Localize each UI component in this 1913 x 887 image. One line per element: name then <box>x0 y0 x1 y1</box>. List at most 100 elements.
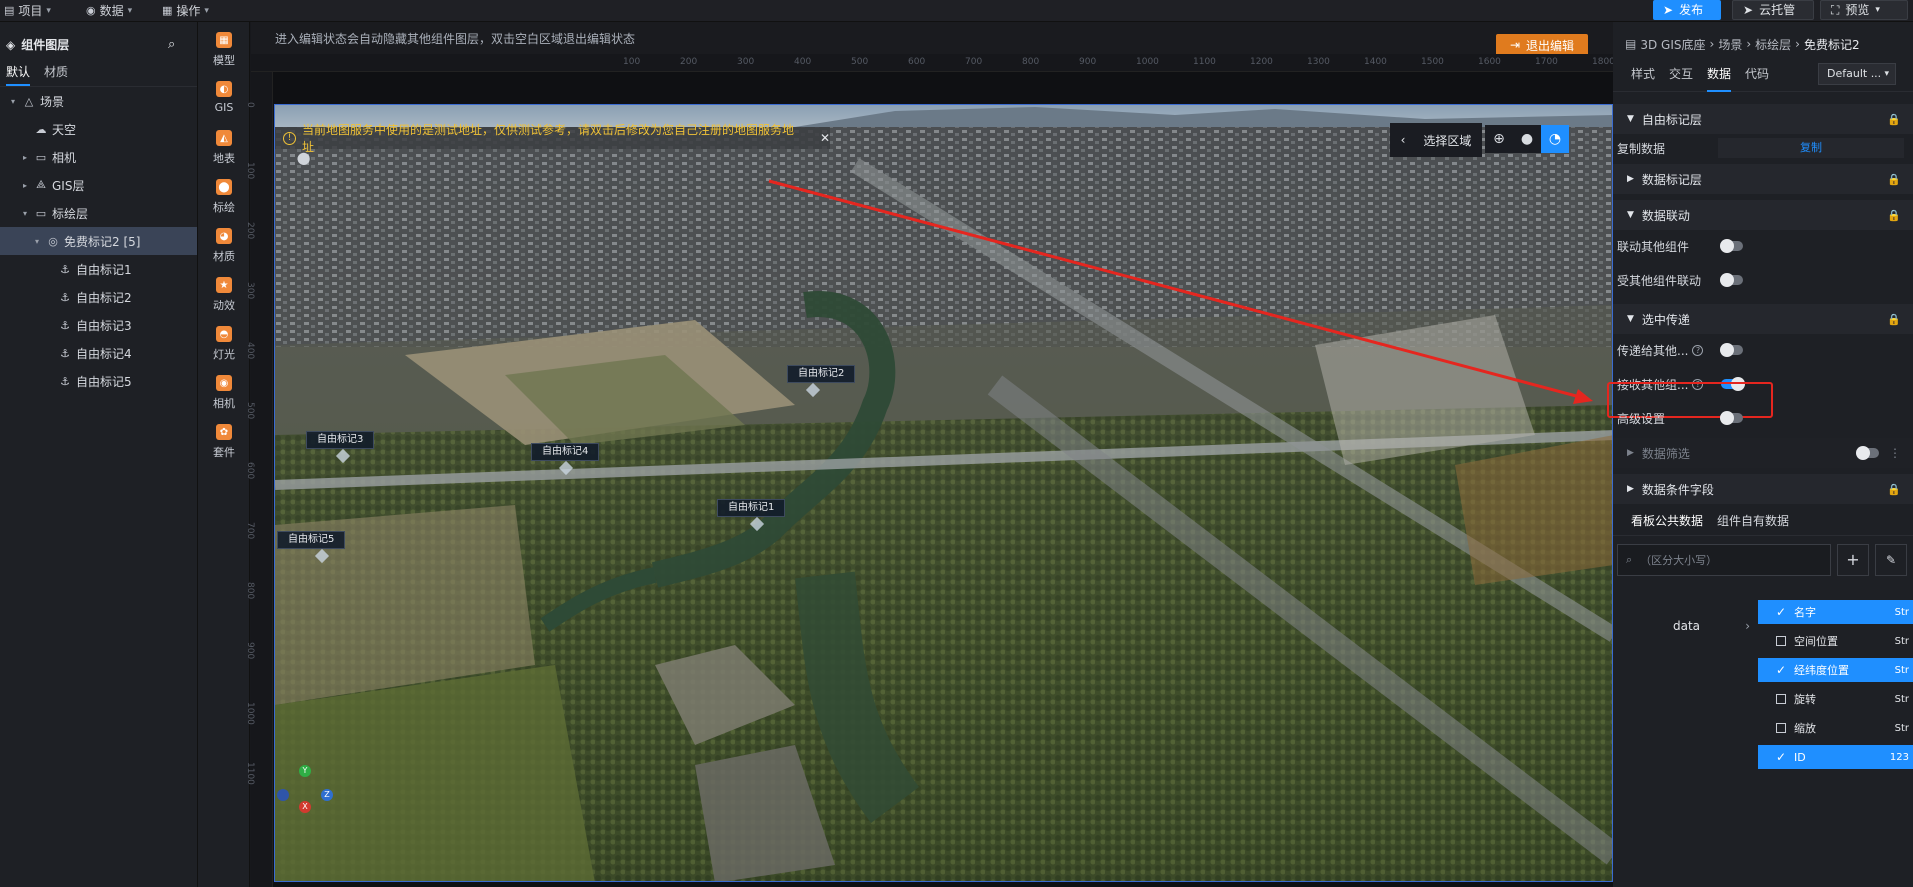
tree-item[interactable]: ⚓ 自由标记1 <box>0 255 197 283</box>
tool-light[interactable]: ◓ 灯光 <box>198 326 250 382</box>
tab-interaction[interactable]: 交互 <box>1669 56 1693 92</box>
tool-label: 标绘 <box>213 201 235 214</box>
cloud-host-button[interactable]: ➤ 云托管 <box>1732 0 1814 20</box>
tree-item[interactable]: ⚓ 自由标记4 <box>0 339 197 367</box>
tool-terrain[interactable]: ◭ 地表 <box>198 130 250 186</box>
field-row[interactable]: ✓ ID 123 <box>1758 745 1913 769</box>
caret-icon[interactable]: ▾ <box>32 237 42 246</box>
field-type: 123 <box>1889 751 1909 763</box>
select-area-control[interactable]: ‹ 选择区域 <box>1390 123 1482 157</box>
x-axis-handle[interactable]: X <box>299 801 311 813</box>
layer-tabs: 默认 材质 <box>0 57 197 87</box>
check-icon[interactable]: ✓ <box>1776 750 1786 764</box>
caret-icon[interactable]: ▾ <box>8 97 18 106</box>
tool-star[interactable]: ★ 动效 <box>198 277 250 333</box>
search-icon[interactable]: ⌕ <box>168 37 175 52</box>
copy-data-row: 复制数据 复制 <box>1613 134 1913 162</box>
map-marker-3[interactable]: 自由标记3 <box>306 431 375 449</box>
close-icon[interactable]: ✕ <box>820 131 830 145</box>
exit-edit-button[interactable]: ⇥ 退出编辑 <box>1496 34 1588 56</box>
section-data-condition[interactable]: ▶ 数据条件字段 🔒 <box>1613 474 1913 504</box>
tree-item[interactable]: ▸ ▭ 相机 <box>0 143 197 171</box>
section-data-link[interactable]: ▼ 数据联动 🔒 <box>1613 200 1913 230</box>
lock-icon[interactable]: 🔒 <box>1887 173 1901 186</box>
tree-item[interactable]: ▾ ▭ 标绘层 <box>0 199 197 227</box>
link-other-toggle[interactable] <box>1720 239 1743 253</box>
section-free-marker-layer[interactable]: ▼ 自由标记层 🔒 <box>1613 104 1913 134</box>
check-icon[interactable]: ✓ <box>1776 663 1786 677</box>
publish-button[interactable]: ➤ 发布 <box>1653 0 1721 20</box>
tool-material[interactable]: ◕ 材质 <box>198 228 250 284</box>
tree-item[interactable]: ▸ ⟁ GIS层 <box>0 171 197 199</box>
map-marker-5[interactable]: 自由标记5 <box>277 531 346 549</box>
lock-icon[interactable]: 🔒 <box>1887 483 1901 496</box>
data-search-input[interactable]: ⌕ （区分大小写） <box>1617 544 1831 576</box>
tool-gis[interactable]: ◐ GIS <box>198 81 250 137</box>
map-viewport[interactable]: ! 当前地图服务中使用的是测试地址，仅供测试参考，请双击后修改为您自己注册的地图… <box>274 104 1613 882</box>
tree-item[interactable]: ⚓ 自由标记3 <box>0 311 197 339</box>
section-data-marker-layer[interactable]: ▶ 数据标记层 🔒 <box>1613 164 1913 194</box>
more-icon[interactable]: ⋮ <box>1889 446 1901 460</box>
preview-button[interactable]: ⛶ 预览 ▾ <box>1820 0 1908 20</box>
globe-icon[interactable]: ⊕ <box>1485 125 1513 153</box>
field-row[interactable]: 空间位置 Str <box>1758 629 1913 653</box>
tool-kit[interactable]: ✿ 套件 <box>198 424 250 480</box>
menu-operate[interactable]: ▦ 操作 ▾ <box>162 0 209 22</box>
tab-data[interactable]: 数据 <box>1707 56 1732 92</box>
checkbox[interactable] <box>1776 723 1786 733</box>
tab-own-data[interactable]: 组件自有数据 <box>1717 512 1789 529</box>
map-marker-1[interactable]: 自由标记1 <box>717 499 786 517</box>
layer-tree: ▾ △ 场景 ☁ 天空 ▸ ▭ 相机 ▸ ⟁ GIS层 ▾ ▭ 标绘层 ▾ ◎ 免费标记2 [5] ⚓ 自由标记1 ⚓… <box>0 87 197 395</box>
section-select-pass[interactable]: ▼ 选中传递 🔒 <box>1613 304 1913 334</box>
tool-model[interactable]: ▦ 模型 <box>198 32 250 88</box>
pass-to-other-toggle[interactable] <box>1720 343 1743 357</box>
field-row[interactable]: 缩放 Str <box>1758 716 1913 740</box>
check-icon[interactable]: ✓ <box>1776 605 1786 619</box>
tab-material[interactable]: 材质 <box>44 63 68 86</box>
data-node-row[interactable]: data › <box>1613 614 1758 638</box>
z-axis-handle[interactable]: Z <box>321 789 333 801</box>
add-field-button[interactable]: + <box>1837 544 1869 576</box>
checkbox[interactable] <box>1776 694 1786 704</box>
caret-icon[interactable]: ▸ <box>20 181 30 190</box>
tool-pin[interactable]: ⬤ 标绘 <box>198 179 250 235</box>
field-row[interactable]: ✓ 名字 Str <box>1758 600 1913 624</box>
tab-default[interactable]: 默认 <box>6 63 31 86</box>
ruler-tick: 300 <box>737 57 755 67</box>
tree-item[interactable]: ⚓ 自由标记2 <box>0 283 197 311</box>
menu-project[interactable]: ▤ 项目 ▾ <box>4 0 51 22</box>
map-marker-4[interactable]: 自由标记4 <box>531 443 600 461</box>
tab-code[interactable]: 代码 <box>1745 56 1769 92</box>
field-row[interactable]: ✓ 经纬度位置 Str <box>1758 658 1913 682</box>
tool-camera[interactable]: ◉ 相机 <box>198 375 250 431</box>
terrain-icon: ◭ <box>216 130 232 146</box>
tree-item[interactable]: ▾ △ 场景 <box>0 87 197 115</box>
field-row[interactable]: 旋转 Str <box>1758 687 1913 711</box>
tab-board-public-data[interactable]: 看板公共数据 <box>1631 512 1703 529</box>
lock-icon[interactable]: 🔒 <box>1887 113 1901 126</box>
be-linked-toggle[interactable] <box>1720 273 1743 287</box>
edit-field-button[interactable]: ✎ <box>1875 544 1907 576</box>
axis-gizmo[interactable]: Y Z X <box>275 765 335 825</box>
checkbox[interactable] <box>1776 636 1786 646</box>
location-pin-icon[interactable]: ⬤ <box>297 151 311 165</box>
map-marker-2[interactable]: 自由标记2 <box>787 365 856 383</box>
caret-icon[interactable]: ▸ <box>20 153 30 162</box>
section-data-filter[interactable]: ▶ 数据筛选 ⋮ <box>1613 438 1913 468</box>
tree-item[interactable]: ☁ 天空 <box>0 115 197 143</box>
circle-icon[interactable]: ● <box>1513 125 1541 153</box>
tree-item[interactable]: ▾ ◎ 免费标记2 [5] <box>0 227 197 255</box>
tab-style[interactable]: 样式 <box>1631 56 1655 92</box>
lock-icon[interactable]: 🔒 <box>1887 313 1901 326</box>
rotate-icon[interactable]: ◔ <box>1541 125 1569 153</box>
data-filter-toggle[interactable] <box>1856 446 1879 460</box>
advanced-toggle[interactable] <box>1720 411 1743 425</box>
copy-button[interactable]: 复制 <box>1718 138 1904 158</box>
y-axis-handle[interactable]: Y <box>299 765 311 777</box>
menu-data[interactable]: ◉ 数据 ▾ <box>86 0 132 22</box>
caret-icon[interactable]: ▾ <box>20 209 30 218</box>
default-select[interactable]: Default ... ▾ <box>1818 63 1896 85</box>
tree-item[interactable]: ⚓ 自由标记5 <box>0 367 197 395</box>
help-icon[interactable]: ? <box>1692 344 1704 356</box>
lock-icon[interactable]: 🔒 <box>1887 209 1901 222</box>
